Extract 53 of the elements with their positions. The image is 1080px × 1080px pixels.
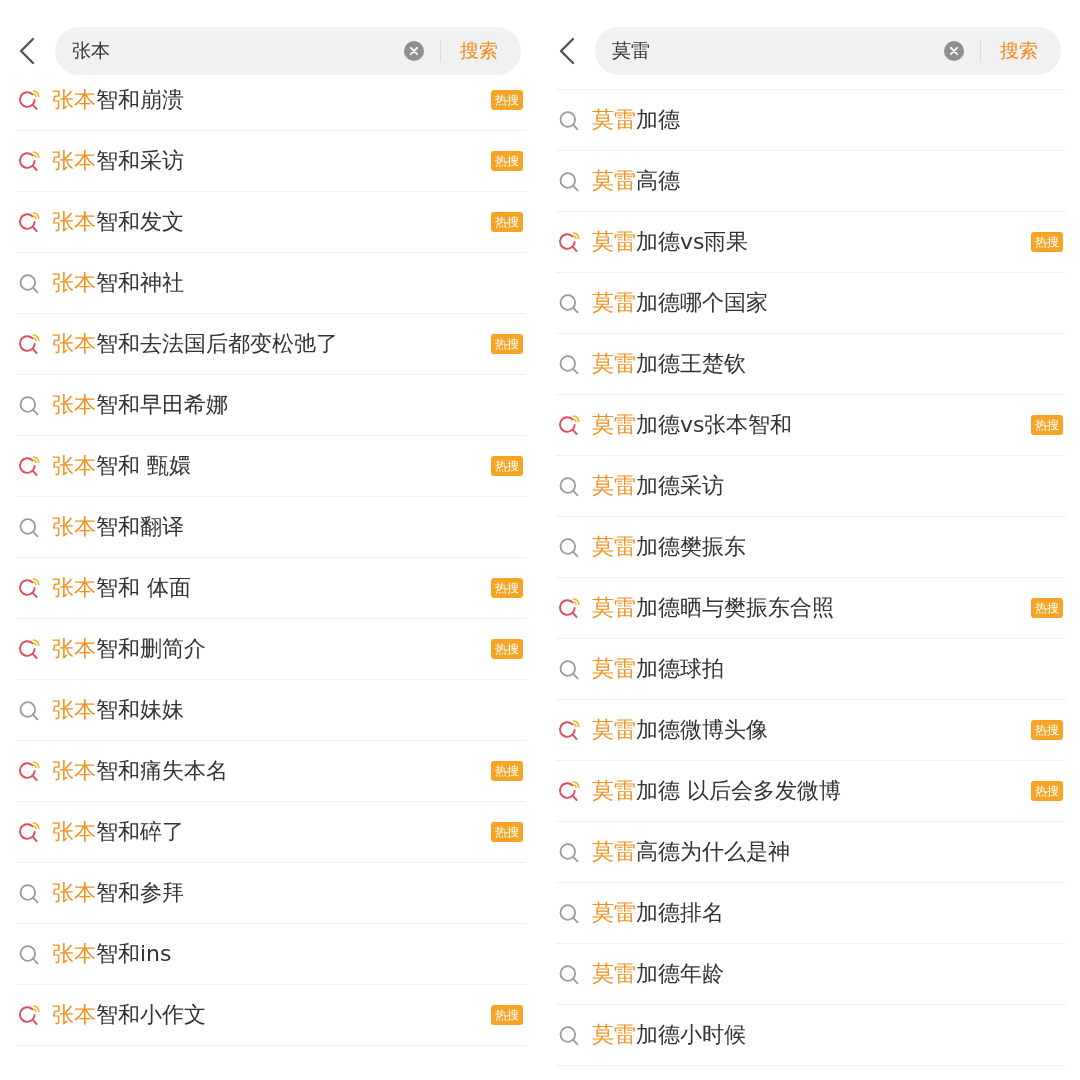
suggestion-text[interactable]: 张本智和去法国后都变松弛了 bbox=[52, 330, 491, 358]
suggestion-text[interactable]: 莫雷加德球拍 bbox=[592, 655, 1063, 683]
suggestion-text[interactable]: 张本智和妹妹 bbox=[52, 696, 523, 724]
suggestion-text[interactable]: 莫雷加德年龄 bbox=[592, 960, 1063, 988]
hot-badge: 热搜 bbox=[1031, 781, 1063, 801]
suggestion-text[interactable]: 莫雷加德 bbox=[592, 106, 1063, 134]
back-icon[interactable] bbox=[558, 37, 576, 65]
suggestion-text[interactable]: 张本智和碎了 bbox=[52, 818, 491, 846]
suggestion-text[interactable]: 张本智和小作文 bbox=[52, 1001, 491, 1029]
suggestion-text[interactable]: 张本智和删简介 bbox=[52, 635, 491, 663]
hot-badge: 热搜 bbox=[1031, 720, 1063, 740]
suggestion-text[interactable]: 莫雷加德vs雨果 bbox=[592, 228, 1031, 256]
hot-badge: 热搜 bbox=[1031, 232, 1063, 252]
suggestion-text[interactable]: 莫雷加德微博头像 bbox=[592, 716, 1031, 744]
hot-badge: 热搜 bbox=[491, 578, 523, 598]
hot-badge: 热搜 bbox=[1031, 415, 1063, 435]
suggestion-text[interactable]: 莫雷加德 以后会多发微博 bbox=[592, 777, 1031, 805]
suggestion-text[interactable]: 莫雷加德小时候 bbox=[592, 1021, 1063, 1049]
suggestion-text[interactable]: 莫雷高德为什么是神 bbox=[592, 838, 1063, 866]
clear-icon[interactable] bbox=[404, 41, 424, 61]
hot-badge: 热搜 bbox=[491, 212, 523, 232]
suggestion-text[interactable]: 张本智和 甄嬛 bbox=[52, 452, 491, 480]
search-field[interactable]: 莫雷 搜索 bbox=[595, 27, 1061, 75]
hot-badge: 热搜 bbox=[491, 90, 523, 110]
hot-badge: 热搜 bbox=[491, 456, 523, 476]
suggestion-text[interactable]: 张本智和崩溃 bbox=[52, 86, 491, 114]
hot-badge: 热搜 bbox=[491, 1005, 523, 1025]
suggestion-text[interactable]: 张本智和神社 bbox=[52, 269, 523, 297]
suggestion-text[interactable]: 张本智和参拜 bbox=[52, 879, 523, 907]
suggestion-text[interactable]: 张本智和早田希娜 bbox=[52, 391, 523, 419]
hot-badge: 热搜 bbox=[491, 761, 523, 781]
hot-badge: 热搜 bbox=[491, 334, 523, 354]
suggestion-text[interactable]: 莫雷加德采访 bbox=[592, 472, 1063, 500]
suggestion-text[interactable]: 莫雷加德vs张本智和 bbox=[592, 411, 1031, 439]
hot-badge: 热搜 bbox=[1031, 598, 1063, 618]
suggestion-text[interactable]: 莫雷高德 bbox=[592, 167, 1063, 195]
hot-badge: 热搜 bbox=[491, 822, 523, 842]
search-field[interactable]: 张本 搜索 bbox=[55, 27, 521, 75]
hot-badge: 热搜 bbox=[491, 151, 523, 171]
suggestion-text[interactable]: 张本智和 体面 bbox=[52, 574, 491, 602]
suggestion-text[interactable]: 张本智和发文 bbox=[52, 208, 491, 236]
suggestion-text[interactable]: 莫雷加德排名 bbox=[592, 899, 1063, 927]
suggestion-text[interactable]: 莫雷加德王楚钦 bbox=[592, 350, 1063, 378]
suggestion-text[interactable]: 莫雷加德哪个国家 bbox=[592, 289, 1063, 317]
suggestion-text[interactable]: 张本智和翻译 bbox=[52, 513, 523, 541]
hot-badge: 热搜 bbox=[491, 639, 523, 659]
suggestion-text[interactable]: 张本智和采访 bbox=[52, 147, 491, 175]
back-icon[interactable] bbox=[18, 37, 36, 65]
suggestion-text[interactable]: 张本智和ins bbox=[52, 940, 523, 968]
clear-icon[interactable] bbox=[944, 41, 964, 61]
suggestion-text[interactable]: 莫雷加德樊振东 bbox=[592, 533, 1063, 561]
suggestion-text[interactable]: 张本智和痛失本名 bbox=[52, 757, 491, 785]
suggestion-text[interactable]: 莫雷加德晒与樊振东合照 bbox=[592, 594, 1031, 622]
